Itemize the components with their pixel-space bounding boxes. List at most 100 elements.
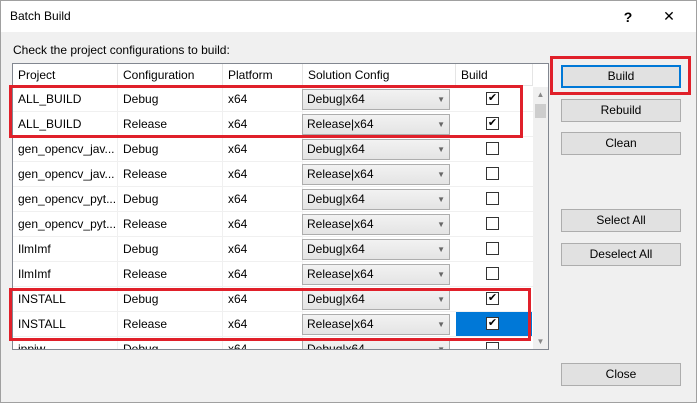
platform-cell: x64 (223, 212, 303, 237)
project-cell: INSTALL (13, 287, 118, 312)
help-button[interactable]: ? (609, 1, 647, 32)
solution-config-dropdown[interactable]: Debug|x64 ▼ (302, 189, 450, 210)
build-checkbox[interactable]: ✔ (486, 292, 499, 305)
build-cell (456, 337, 532, 349)
project-cell: ALL_BUILD (13, 112, 118, 137)
build-cell: ✔ (456, 312, 532, 336)
project-cell: gen_opencv_jav... (13, 137, 118, 162)
build-cell (456, 162, 532, 186)
platform-cell: x64 (223, 312, 303, 337)
configuration-cell: Debug (118, 87, 223, 112)
configuration-cell: Debug (118, 287, 223, 312)
solution-config-value: Release|x64 (307, 167, 374, 181)
table-row[interactable]: ippiw Debug x64 Debug|x64 ▼ (13, 337, 533, 350)
build-button[interactable]: Build (561, 65, 681, 88)
build-cell (456, 237, 532, 261)
solution-config-dropdown[interactable]: Debug|x64 ▼ (302, 239, 450, 260)
build-checkbox[interactable] (486, 142, 499, 155)
instructions-label: Check the project configurations to buil… (13, 43, 230, 57)
close-button[interactable]: Close (561, 363, 681, 386)
clean-button[interactable]: Clean (561, 132, 681, 155)
platform-cell: x64 (223, 137, 303, 162)
table-row[interactable]: IlmImf Release x64 Release|x64 ▼ (13, 262, 533, 287)
title-bar: Batch Build ? ✕ (1, 1, 696, 32)
solution-config-dropdown[interactable]: Debug|x64 ▼ (302, 339, 450, 350)
build-checkbox[interactable] (486, 267, 499, 280)
column-header-solution-config[interactable]: Solution Config (303, 64, 456, 86)
scrollbar-thumb[interactable] (535, 104, 546, 118)
solution-config-value: Debug|x64 (307, 242, 365, 256)
chevron-down-icon: ▼ (437, 270, 445, 279)
table-row[interactable]: ALL_BUILD Debug x64 Debug|x64 ▼ ✔ (13, 87, 533, 112)
build-checkbox[interactable]: ✔ (486, 317, 499, 330)
solution-config-dropdown[interactable]: Release|x64 ▼ (302, 314, 450, 335)
solution-config-value: Debug|x64 (307, 342, 365, 350)
chevron-down-icon: ▼ (437, 170, 445, 179)
platform-cell: x64 (223, 87, 303, 112)
build-cell (456, 212, 532, 236)
close-icon[interactable]: ✕ (650, 1, 688, 32)
build-cell (456, 187, 532, 211)
configuration-cell: Release (118, 112, 223, 137)
table-row[interactable]: gen_opencv_pyt... Release x64 Release|x64 ▼ (13, 212, 533, 237)
deselect-all-button[interactable]: Deselect All (561, 243, 681, 266)
solution-config-dropdown[interactable]: Debug|x64 ▼ (302, 139, 450, 160)
build-cell (456, 137, 532, 161)
solution-config-dropdown[interactable]: Debug|x64 ▼ (302, 289, 450, 310)
table-row[interactable]: INSTALL Release x64 Release|x64 ▼ ✔ (13, 312, 533, 337)
configuration-cell: Release (118, 162, 223, 187)
solution-config-value: Release|x64 (307, 217, 374, 231)
chevron-down-icon: ▼ (437, 120, 445, 129)
list-header: Project Configuration Platform Solution … (13, 64, 533, 86)
vertical-scrollbar[interactable]: ▲ ▼ (533, 87, 548, 349)
scroll-up-icon[interactable]: ▲ (533, 87, 548, 102)
platform-cell: x64 (223, 112, 303, 137)
project-cell: gen_opencv_pyt... (13, 212, 118, 237)
window-title: Batch Build (10, 9, 71, 23)
configuration-cell: Release (118, 262, 223, 287)
select-all-button[interactable]: Select All (561, 209, 681, 232)
build-checkbox[interactable] (486, 242, 499, 255)
solution-config-dropdown[interactable]: Release|x64 ▼ (302, 264, 450, 285)
column-header-project[interactable]: Project (13, 64, 118, 86)
chevron-down-icon: ▼ (437, 220, 445, 229)
chevron-down-icon: ▼ (437, 320, 445, 329)
rebuild-button[interactable]: Rebuild (561, 99, 681, 122)
column-header-build[interactable]: Build (456, 64, 533, 86)
chevron-down-icon: ▼ (437, 145, 445, 154)
build-checkbox[interactable] (486, 217, 499, 230)
build-checkbox[interactable] (486, 342, 499, 349)
solution-config-dropdown[interactable]: Release|x64 ▼ (302, 164, 450, 185)
project-cell: IlmImf (13, 237, 118, 262)
configuration-cell: Debug (118, 237, 223, 262)
table-row[interactable]: ALL_BUILD Release x64 Release|x64 ▼ ✔ (13, 112, 533, 137)
platform-cell: x64 (223, 337, 303, 349)
build-checkbox[interactable]: ✔ (486, 92, 499, 105)
build-checkbox[interactable]: ✔ (486, 117, 499, 130)
solution-config-dropdown[interactable]: Release|x64 ▼ (302, 114, 450, 135)
solution-config-value: Release|x64 (307, 267, 374, 281)
table-row[interactable]: IlmImf Debug x64 Debug|x64 ▼ (13, 237, 533, 262)
project-config-list[interactable]: Project Configuration Platform Solution … (12, 63, 549, 350)
solution-config-dropdown[interactable]: Release|x64 ▼ (302, 214, 450, 235)
solution-config-dropdown[interactable]: Debug|x64 ▼ (302, 89, 450, 110)
column-header-configuration[interactable]: Configuration (118, 64, 223, 86)
build-cell (456, 262, 532, 286)
scroll-down-icon[interactable]: ▼ (533, 334, 548, 349)
project-cell: INSTALL (13, 312, 118, 337)
project-cell: gen_opencv_pyt... (13, 187, 118, 212)
project-cell: gen_opencv_jav... (13, 162, 118, 187)
platform-cell: x64 (223, 287, 303, 312)
build-checkbox[interactable] (486, 192, 499, 205)
configuration-cell: Debug (118, 137, 223, 162)
table-row[interactable]: INSTALL Debug x64 Debug|x64 ▼ ✔ (13, 287, 533, 312)
table-row[interactable]: gen_opencv_jav... Release x64 Release|x64 ▼ (13, 162, 533, 187)
build-checkbox[interactable] (486, 167, 499, 180)
column-header-platform[interactable]: Platform (223, 64, 303, 86)
build-cell: ✔ (456, 87, 532, 111)
solution-config-value: Debug|x64 (307, 92, 365, 106)
chevron-down-icon: ▼ (437, 245, 445, 254)
table-row[interactable]: gen_opencv_pyt... Debug x64 Debug|x64 ▼ (13, 187, 533, 212)
build-cell: ✔ (456, 112, 532, 136)
table-row[interactable]: gen_opencv_jav... Debug x64 Debug|x64 ▼ (13, 137, 533, 162)
